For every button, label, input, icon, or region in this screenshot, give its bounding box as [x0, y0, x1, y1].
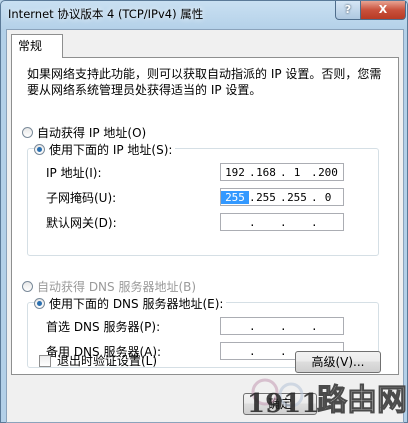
ip-octet-3: 1 [293, 165, 301, 179]
manual-dns-label: 使用下面的 DNS 服务器地址(E): [49, 297, 224, 311]
manual-ip-label: 使用下面的 IP 地址(S): [49, 143, 173, 157]
gateway-label: 默认网关(D): [46, 216, 117, 230]
auto-ip-radio-row[interactable]: 自动获得 IP 地址(O) [22, 124, 146, 141]
validate-on-exit-checkbox[interactable] [39, 354, 51, 367]
help-button[interactable]: ? [335, 1, 361, 20]
manual-dns-radio-row[interactable]: 使用下面的 DNS 服务器地址(E): [34, 295, 227, 312]
manual-dns-radio[interactable] [34, 298, 45, 309]
mask-octet-2: 255 [256, 190, 276, 204]
auto-ip-radio[interactable] [22, 127, 33, 138]
window-title: Internet 协议版本 4 (TCP/IPv4) 属性 [8, 7, 204, 21]
validate-on-exit-label: 退出时验证设置(L) [57, 354, 158, 368]
mask-octet-1: 255 [221, 190, 249, 204]
auto-ip-label: 自动获得 IP 地址(O) [37, 126, 147, 140]
ip-address-label: IP 地址(I): [46, 166, 102, 180]
preferred-dns-label: 首选 DNS 服务器(P): [46, 320, 161, 334]
mask-octet-4: 0 [324, 190, 332, 204]
ok-button[interactable]: 确定 [243, 393, 317, 415]
subnet-mask-label: 子网掩码(U): [46, 191, 117, 205]
ip-group: 使用下面的 IP 地址(S): IP 地址(I): 192. 168. 1. 2… [27, 141, 379, 256]
close-button[interactable]: X [360, 1, 406, 20]
manual-ip-radio-row[interactable]: 使用下面的 IP 地址(S): [34, 141, 176, 158]
dialog-window: Internet 协议版本 4 (TCP/IPv4) 属性 ? X 常规 如果网… [0, 0, 408, 423]
dialog-client: 常规 如果网络支持此功能，则可以获取自动指派的 IP 设置。否则，您需要从网络系… [6, 29, 404, 423]
tab-general[interactable]: 常规 [11, 34, 63, 58]
auto-dns-label: 自动获得 DNS 服务器地址(B) [37, 280, 197, 294]
advanced-button[interactable]: 高级(V)... [295, 351, 381, 373]
preferred-dns-input[interactable]: . . . [220, 317, 344, 335]
ip-address-input[interactable]: 192. 168. 1. 200 [220, 163, 344, 181]
ip-octet-4: 200 [318, 165, 338, 179]
ip-octet-2: 168 [256, 165, 276, 179]
mask-octet-3: 255 [287, 190, 307, 204]
validate-on-exit-row[interactable]: 退出时验证设置(L) [39, 352, 157, 369]
auto-dns-radio[interactable] [22, 281, 33, 292]
subnet-mask-input[interactable]: 255. 255. 255. 0 [220, 188, 344, 206]
ip-octet-1: 192 [225, 165, 245, 179]
general-panel: 如果网络支持此功能，则可以获取自动指派的 IP 设置。否则，您需要从网络系统管理… [11, 57, 399, 375]
manual-ip-radio[interactable] [34, 144, 45, 155]
auto-dns-radio-row[interactable]: 自动获得 DNS 服务器地址(B) [22, 278, 196, 295]
gateway-input[interactable]: . . . [220, 213, 344, 231]
description-text: 如果网络支持此功能，则可以获取自动指派的 IP 设置。否则，您需要从网络系统管理… [27, 67, 382, 97]
